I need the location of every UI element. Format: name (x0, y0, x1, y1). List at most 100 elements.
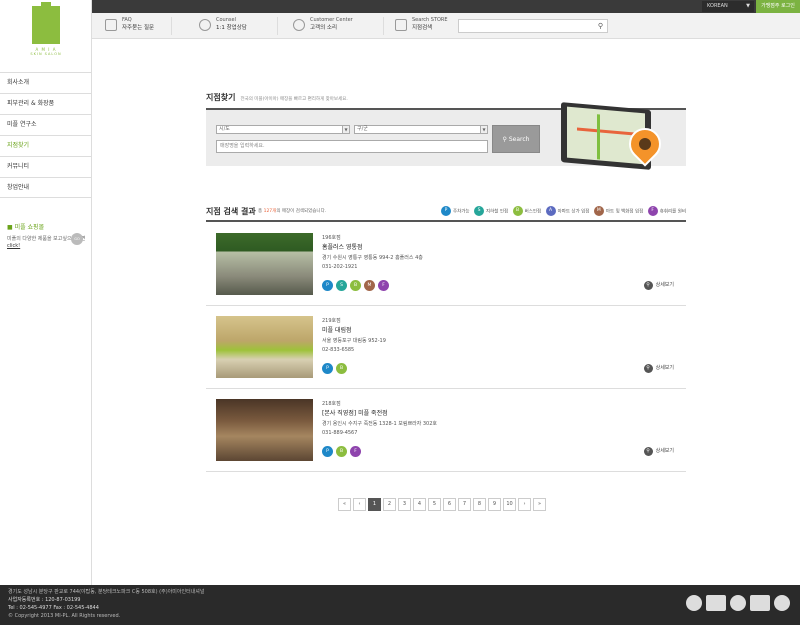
legend-label: 아파트 상가 입점 (557, 209, 590, 215)
faq-link[interactable]: FAQ 자주묻는 질문 (100, 17, 172, 35)
shop-banner[interactable]: ■ 미플 쇼핑몰 미플의 다양한 제품을 보고싶으시다면 click! GO (7, 222, 87, 250)
next-page-button[interactable]: › (518, 498, 531, 511)
legend-item: B 버스인접 (512, 206, 541, 216)
search-icon[interactable]: ⚲ (598, 22, 603, 30)
apartment-icon: A (545, 206, 556, 216)
first-page-button[interactable]: « (338, 498, 351, 511)
legend-item: M 마트 및 백화점 입점 (593, 206, 644, 216)
legend-item: S 지하철 인접 (474, 206, 508, 216)
sidebar-item-community[interactable]: 커뮤니티 (0, 156, 91, 177)
legend-label: 휴휘리를 원비 (659, 209, 686, 215)
bus-icon: B (336, 363, 347, 374)
logo[interactable]: A M I A SKIN SALON (26, 2, 66, 62)
store-number: 218호점 (322, 401, 341, 407)
shop-link[interactable]: click! (7, 243, 20, 249)
store-number: 196호점 (322, 235, 341, 241)
legend-label: 지하철 인접 (486, 209, 509, 215)
legend-item: F 휴휘리를 원비 (647, 206, 686, 216)
shop-title: 미플 쇼핑몰 (14, 224, 45, 231)
store-detail-link[interactable]: ⚲ 상세보기 (643, 281, 674, 290)
store-photo[interactable] (216, 399, 313, 461)
counsel-en: Counsel (216, 17, 236, 23)
store-detail-link[interactable]: ⚲ 상세보기 (643, 364, 674, 373)
page-button[interactable]: 4 (413, 498, 426, 511)
district-select[interactable]: 구/군 ▼ (354, 125, 488, 134)
store-list-item[interactable]: 218호점 [본사 직영점] 미플 죽전점 경기 용인시 수지구 죽전동 132… (206, 390, 686, 472)
store-phone: 031-889-4567 (322, 430, 358, 436)
last-page-button[interactable]: » (533, 498, 546, 511)
pagination: «‹ 1 2 3 4 5 6 7 8 9 10 ›» (338, 498, 548, 512)
page-button[interactable]: 1 (368, 498, 381, 511)
store-name[interactable]: 미플 대림점 (322, 325, 622, 334)
page-button[interactable]: 2 (383, 498, 396, 511)
page-button[interactable]: 9 (488, 498, 501, 511)
store-list-item[interactable]: 219호점 미플 대림점 서울 영등포구 대림동 952-19 02-833-6… (206, 307, 686, 389)
page-button[interactable]: 3 (398, 498, 411, 511)
search-button[interactable]: ⚲ Search (492, 125, 540, 153)
sidebar-item-store-finder[interactable]: 지점찾기 (0, 135, 91, 156)
legend-item: A 아파트 상가 입점 (545, 206, 590, 216)
page-button[interactable]: 7 (458, 498, 471, 511)
sidebar-item-lab[interactable]: 미플 연구소 (0, 114, 91, 135)
legend-label: 마트 및 백화점 입점 (605, 209, 644, 215)
store-name[interactable]: 홈플러스 영통점 (322, 242, 622, 251)
page-button[interactable]: 10 (503, 498, 516, 511)
sidebar-item-franchise[interactable]: 창업안내 (0, 177, 91, 198)
counsel-ko: 1:1 창업상담 (216, 25, 247, 31)
magnifier-icon: ⚲ (643, 447, 653, 456)
page-button[interactable]: 5 (428, 498, 441, 511)
magnifier-icon: ⚲ (643, 281, 653, 290)
store-ko: 지점검색 (412, 25, 433, 31)
chevron-down-icon: ▼ (342, 126, 349, 133)
subway-icon: S (474, 206, 484, 216)
store-amenities: PB (322, 363, 350, 374)
store-info: 196호점 홈플러스 영통점 경기 수원시 영통구 영통동 994-2 홈플러스… (322, 234, 622, 270)
language-label: KOREAN (707, 3, 728, 9)
certification-badge-icon (774, 595, 790, 611)
logo-sub: SKIN SALON (30, 52, 62, 56)
counsel-link[interactable]: Counsel 1:1 창업상담 (194, 17, 278, 35)
city-select[interactable]: 시/도 ▼ (216, 125, 350, 134)
store-photo[interactable] (216, 233, 313, 295)
family-icon: F (378, 280, 389, 291)
shop-go-button[interactable]: GO (71, 233, 83, 245)
store-phone: 02-833-6585 (322, 347, 355, 353)
store-name-input[interactable]: 매장명을 입력하세요. (216, 140, 488, 153)
store-en: Search STORE (412, 17, 448, 23)
customer-center-link[interactable]: Customer Center 고객의 소리 (288, 17, 384, 35)
store-detail-label: 상세보기 (655, 448, 674, 454)
results-title: 지점 검색 결과 (206, 207, 256, 216)
footer: 경기도 성남시 분당구 판교로 744(야탑동, 분당테크노파크 C동 508호… (0, 585, 800, 625)
header-search-input[interactable]: ⚲ (458, 19, 608, 33)
store-photo[interactable] (216, 316, 313, 378)
store-detail-link[interactable]: ⚲ 상세보기 (643, 447, 674, 456)
certification-badge-icon (706, 595, 726, 611)
store-info: 219호점 미플 대림점 서울 영등포구 대림동 952-19 02-833-6… (322, 317, 622, 353)
search-panel: 시/도 ▼ 구/군 ▼ 매장명을 입력하세요. ⚲ Search (206, 102, 686, 170)
prev-page-button[interactable]: ‹ (353, 498, 366, 511)
store-search-link[interactable]: Search STORE 지점검색 (390, 17, 452, 35)
mart-icon: M (364, 280, 375, 291)
footer-copyright: © Copyright 2013 MI-PL. All Rights reser… (8, 613, 121, 619)
page-button[interactable]: 8 (473, 498, 486, 511)
store-address: 경기 용인시 수지구 죽전동 1328-1 보림쁘라자 302호 (322, 421, 437, 427)
store-name[interactable]: [본사 직영점] 미플 죽전점 (322, 408, 622, 417)
chevron-down-icon: ▼ (480, 126, 487, 133)
store-detail-label: 상세보기 (655, 365, 674, 371)
sidebar: A M I A SKIN SALON 회사소개 피부관리 & 화장품 미플 연구… (0, 0, 92, 585)
family-icon: F (350, 446, 361, 457)
faq-icon (105, 19, 117, 31)
map-road (597, 114, 600, 160)
counsel-icon (199, 19, 211, 31)
center-ko: 고객의 소리 (310, 25, 338, 31)
magnifier-icon: ⚲ (643, 364, 653, 373)
franchise-login-button[interactable]: 가맹점주 로그인 (756, 0, 800, 13)
store-amenities: PSBMF (322, 280, 392, 291)
language-select[interactable]: KOREAN ▼ (702, 1, 754, 12)
sidebar-item-company[interactable]: 회사소개 (0, 72, 91, 93)
sidebar-item-skincare[interactable]: 피부관리 & 화장품 (0, 93, 91, 114)
page-button[interactable]: 6 (443, 498, 456, 511)
store-list-item[interactable]: 196호점 홈플러스 영통점 경기 수원시 영통구 영통동 994-2 홈플러스… (206, 224, 686, 306)
results-count-suffix: 의 매장이 검색되었습니다. (276, 209, 327, 214)
parking-icon: P (441, 206, 451, 216)
